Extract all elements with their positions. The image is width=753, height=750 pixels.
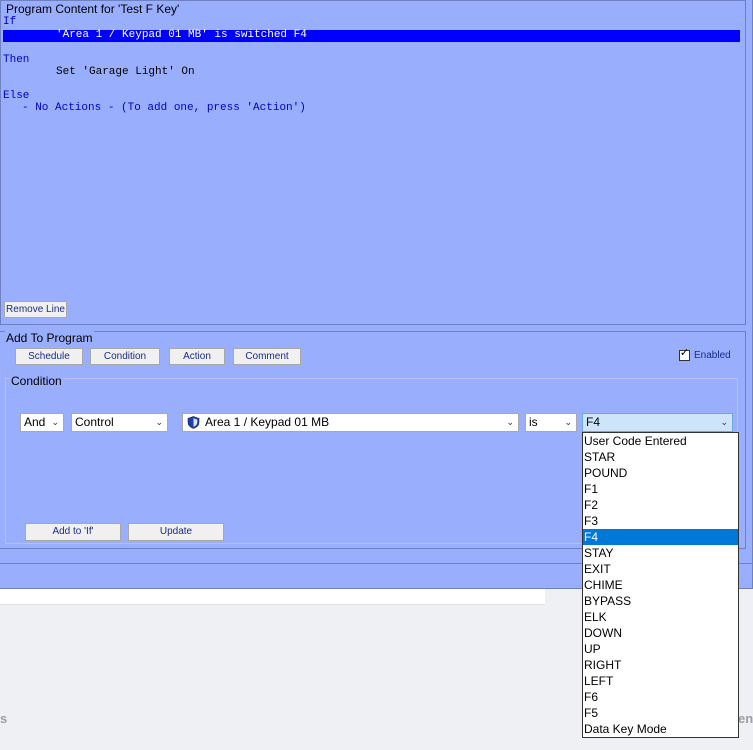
dropdown-option[interactable]: F2: [583, 497, 738, 513]
key-value: F4: [586, 415, 601, 429]
condition-button[interactable]: Condition: [90, 348, 160, 365]
condition-type-select[interactable]: Control ⌄: [71, 413, 168, 432]
add-to-if-button[interactable]: Add to 'If': [25, 523, 121, 541]
dropdown-option[interactable]: RIGHT: [583, 657, 738, 673]
chevron-down-icon: ⌄: [155, 417, 163, 427]
program-content-panel: [0, 0, 746, 325]
and-or-value: And: [24, 415, 46, 429]
operator-select[interactable]: is ⌄: [525, 413, 577, 432]
checkmark-icon: ✓: [679, 347, 690, 359]
background-text-left: s: [0, 711, 8, 726]
chevron-down-icon: ⌄: [51, 417, 59, 427]
update-button[interactable]: Update: [128, 523, 224, 541]
device-value: Area 1 / Keypad 01 MB: [205, 415, 330, 429]
dropdown-option[interactable]: Data Key Mode: [583, 721, 738, 737]
shield-icon: [187, 416, 200, 429]
dropdown-option[interactable]: EXIT: [583, 561, 738, 577]
action-button[interactable]: Action: [169, 348, 225, 365]
chevron-down-icon: ⌄: [506, 417, 514, 427]
comment-button[interactable]: Comment: [233, 348, 301, 365]
schedule-button[interactable]: Schedule: [15, 348, 83, 365]
chevron-down-icon: ⌄: [564, 417, 572, 427]
dropdown-option[interactable]: F6: [583, 689, 738, 705]
if-keyword[interactable]: If: [3, 16, 16, 28]
dropdown-option[interactable]: POUND: [583, 465, 738, 481]
dropdown-option[interactable]: STAR: [583, 449, 738, 465]
background-panel: [0, 588, 545, 605]
condition-type-value: Control: [75, 415, 114, 429]
condition-line-selected[interactable]: 'Area 1 / Keypad 01 MB' is switched F4: [3, 29, 740, 42]
dropdown-option-selected[interactable]: F4: [583, 529, 738, 545]
dropdown-option[interactable]: CHIME: [583, 577, 738, 593]
dropdown-option[interactable]: BYPASS: [583, 593, 738, 609]
enabled-label[interactable]: Enabled: [694, 350, 731, 361]
background-text-right: en: [738, 711, 753, 726]
dropdown-option[interactable]: F3: [583, 513, 738, 529]
remove-line-button[interactable]: Remove Line: [4, 301, 67, 318]
condition-line-text: 'Area 1 / Keypad 01 MB' is switched F4: [56, 29, 307, 41]
else-action-line[interactable]: - No Actions - (To add one, press 'Actio…: [22, 102, 306, 114]
key-select[interactable]: F4 ⌄: [582, 413, 733, 432]
then-keyword[interactable]: Then: [3, 54, 29, 66]
operator-value: is: [529, 415, 538, 429]
device-select[interactable]: Area 1 / Keypad 01 MB ⌄: [182, 413, 519, 432]
dropdown-option[interactable]: LEFT: [583, 673, 738, 689]
dropdown-option[interactable]: F5: [583, 705, 738, 721]
add-to-program-title: Add To Program: [5, 331, 94, 345]
then-action-line[interactable]: Set 'Garage Light' On: [56, 66, 195, 78]
dropdown-option[interactable]: UP: [583, 641, 738, 657]
key-dropdown-list: User Code Entered STAR POUND F1 F2 F3 F4…: [582, 432, 739, 738]
dropdown-option[interactable]: F1: [583, 481, 738, 497]
dropdown-option[interactable]: ELK: [583, 609, 738, 625]
program-content-title: Program Content for 'Test F Key': [5, 2, 181, 16]
else-keyword[interactable]: Else: [3, 90, 29, 102]
and-or-select[interactable]: And ⌄: [20, 413, 64, 432]
condition-group-title: Condition: [10, 374, 63, 388]
dropdown-option[interactable]: User Code Entered: [583, 433, 738, 449]
dropdown-option[interactable]: STAY: [583, 545, 738, 561]
chevron-down-icon: ⌄: [720, 417, 728, 427]
dropdown-option[interactable]: DOWN: [583, 625, 738, 641]
